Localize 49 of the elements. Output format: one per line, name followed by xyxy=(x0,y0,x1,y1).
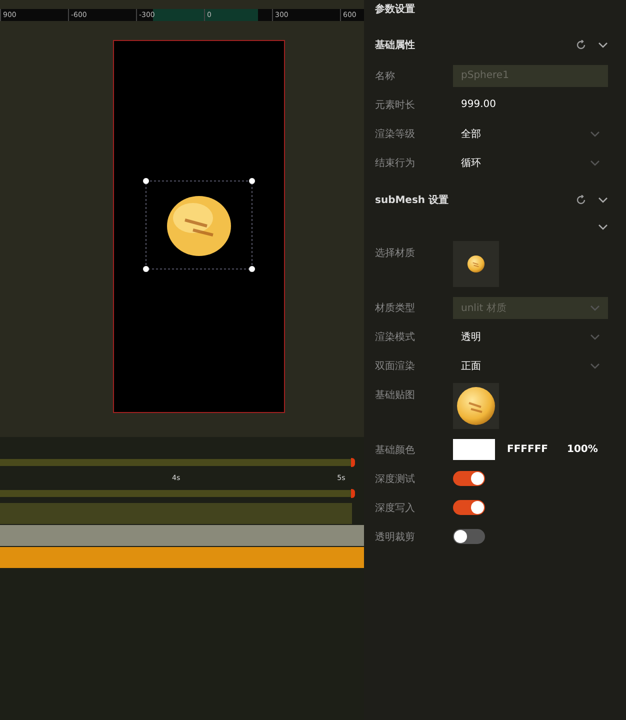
field-label: 深度写入 xyxy=(375,502,416,514)
resize-handle[interactable] xyxy=(143,266,149,272)
select-field[interactable]: 循环 xyxy=(453,152,608,174)
field-label: 深度测试 xyxy=(375,472,416,486)
field-label: 双面渲染 xyxy=(375,360,416,372)
field-label: 结束行为 xyxy=(375,156,416,170)
resize-handle[interactable] xyxy=(143,178,149,184)
end-marker[interactable] xyxy=(351,458,355,467)
color-swatch[interactable] xyxy=(453,439,495,460)
sphere-drawing xyxy=(167,196,231,256)
section-title: subMesh 设置 xyxy=(375,194,450,207)
timeline-track[interactable] xyxy=(0,503,352,524)
thumbnail[interactable] xyxy=(453,383,499,429)
timeline-track[interactable] xyxy=(0,459,352,466)
section-title: 基础属性 xyxy=(375,38,416,52)
field-label: 名称 xyxy=(375,70,396,82)
chevron-down-icon[interactable] xyxy=(598,224,608,230)
panel-title: 参数设置 xyxy=(375,2,416,17)
chevron-down-icon[interactable] xyxy=(598,197,608,203)
selection-outline[interactable] xyxy=(146,180,252,270)
field-label: 基础颜色 xyxy=(375,444,416,456)
timeline-track[interactable] xyxy=(0,547,364,568)
coin-drawing xyxy=(467,255,485,273)
select-field[interactable]: 正面 xyxy=(453,354,608,376)
field-label: 透明裁剪 xyxy=(375,530,416,544)
reset-icon[interactable] xyxy=(576,40,586,50)
chevron-down-icon[interactable] xyxy=(598,42,608,48)
thumbnail[interactable] xyxy=(453,241,499,287)
opacity-value: 100% xyxy=(567,444,598,455)
coin-drawing xyxy=(456,386,496,426)
reset-icon[interactable] xyxy=(576,195,586,205)
field-value: 999.00 xyxy=(461,99,497,110)
toggle-switch[interactable] xyxy=(453,471,485,486)
select-field[interactable]: 全部 xyxy=(453,122,608,144)
hex-value: FFFFFF xyxy=(507,444,549,455)
toggle-switch[interactable] xyxy=(453,529,485,544)
field-label: 基础贴图 xyxy=(375,388,416,402)
field-label: 渲染等级 xyxy=(375,128,416,140)
field-label: 渲染模式 xyxy=(375,330,416,344)
field-label: 元素时长 xyxy=(375,98,416,112)
timeline-track[interactable] xyxy=(0,490,352,497)
end-marker[interactable] xyxy=(351,489,355,498)
field-label: 材质类型 xyxy=(375,302,416,314)
toggle-switch[interactable] xyxy=(453,500,485,515)
field-label: 选择材质 xyxy=(375,246,416,260)
timeline-track[interactable] xyxy=(0,525,364,546)
resize-handle[interactable] xyxy=(249,178,255,184)
select-field[interactable]: 透明 xyxy=(453,326,608,348)
resize-handle[interactable] xyxy=(249,266,255,272)
